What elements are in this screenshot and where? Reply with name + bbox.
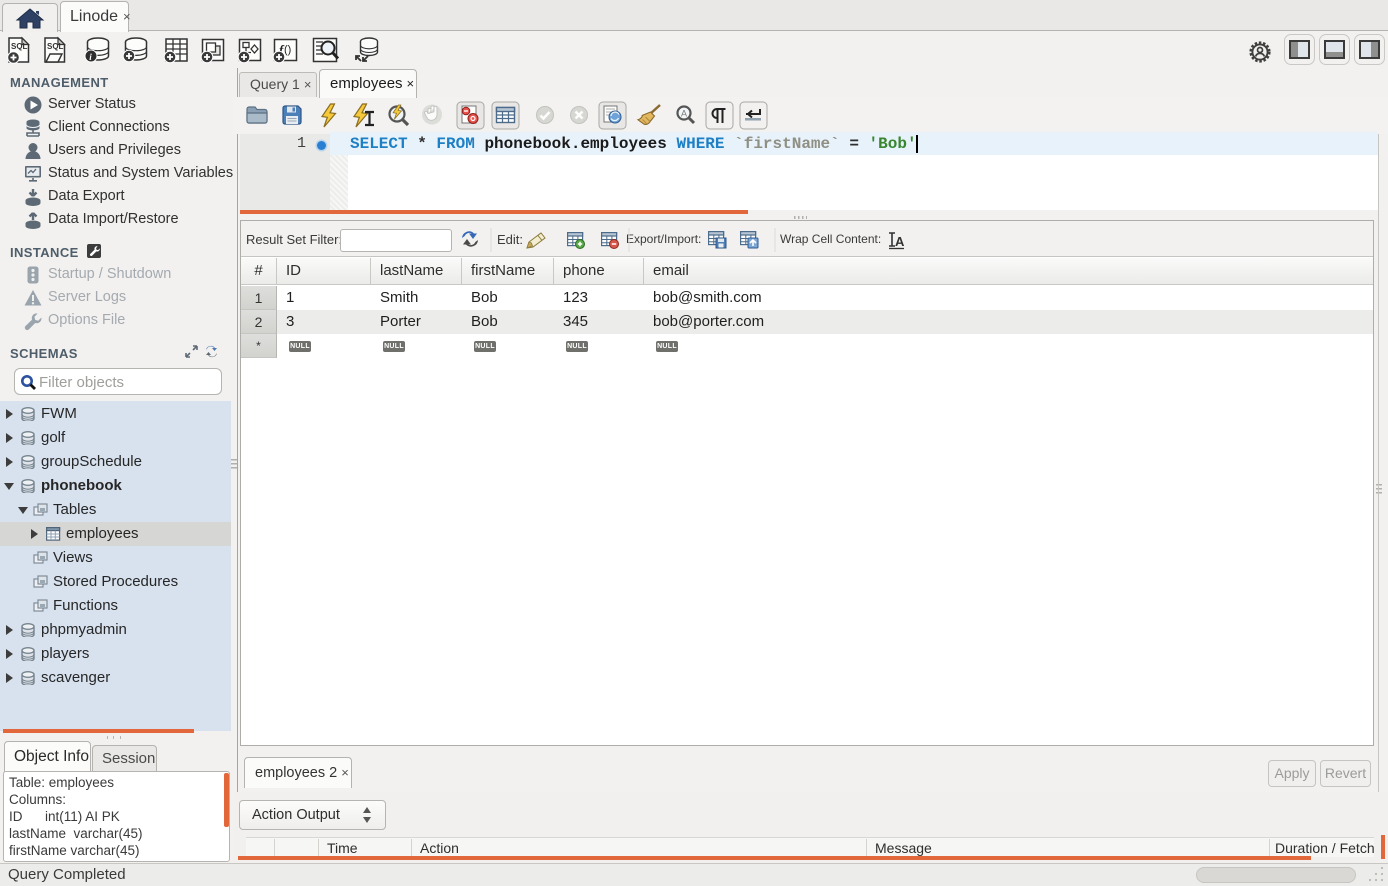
svg-text:(): () <box>284 44 291 56</box>
svg-text:A: A <box>895 234 905 249</box>
svg-text:A: A <box>681 109 687 119</box>
